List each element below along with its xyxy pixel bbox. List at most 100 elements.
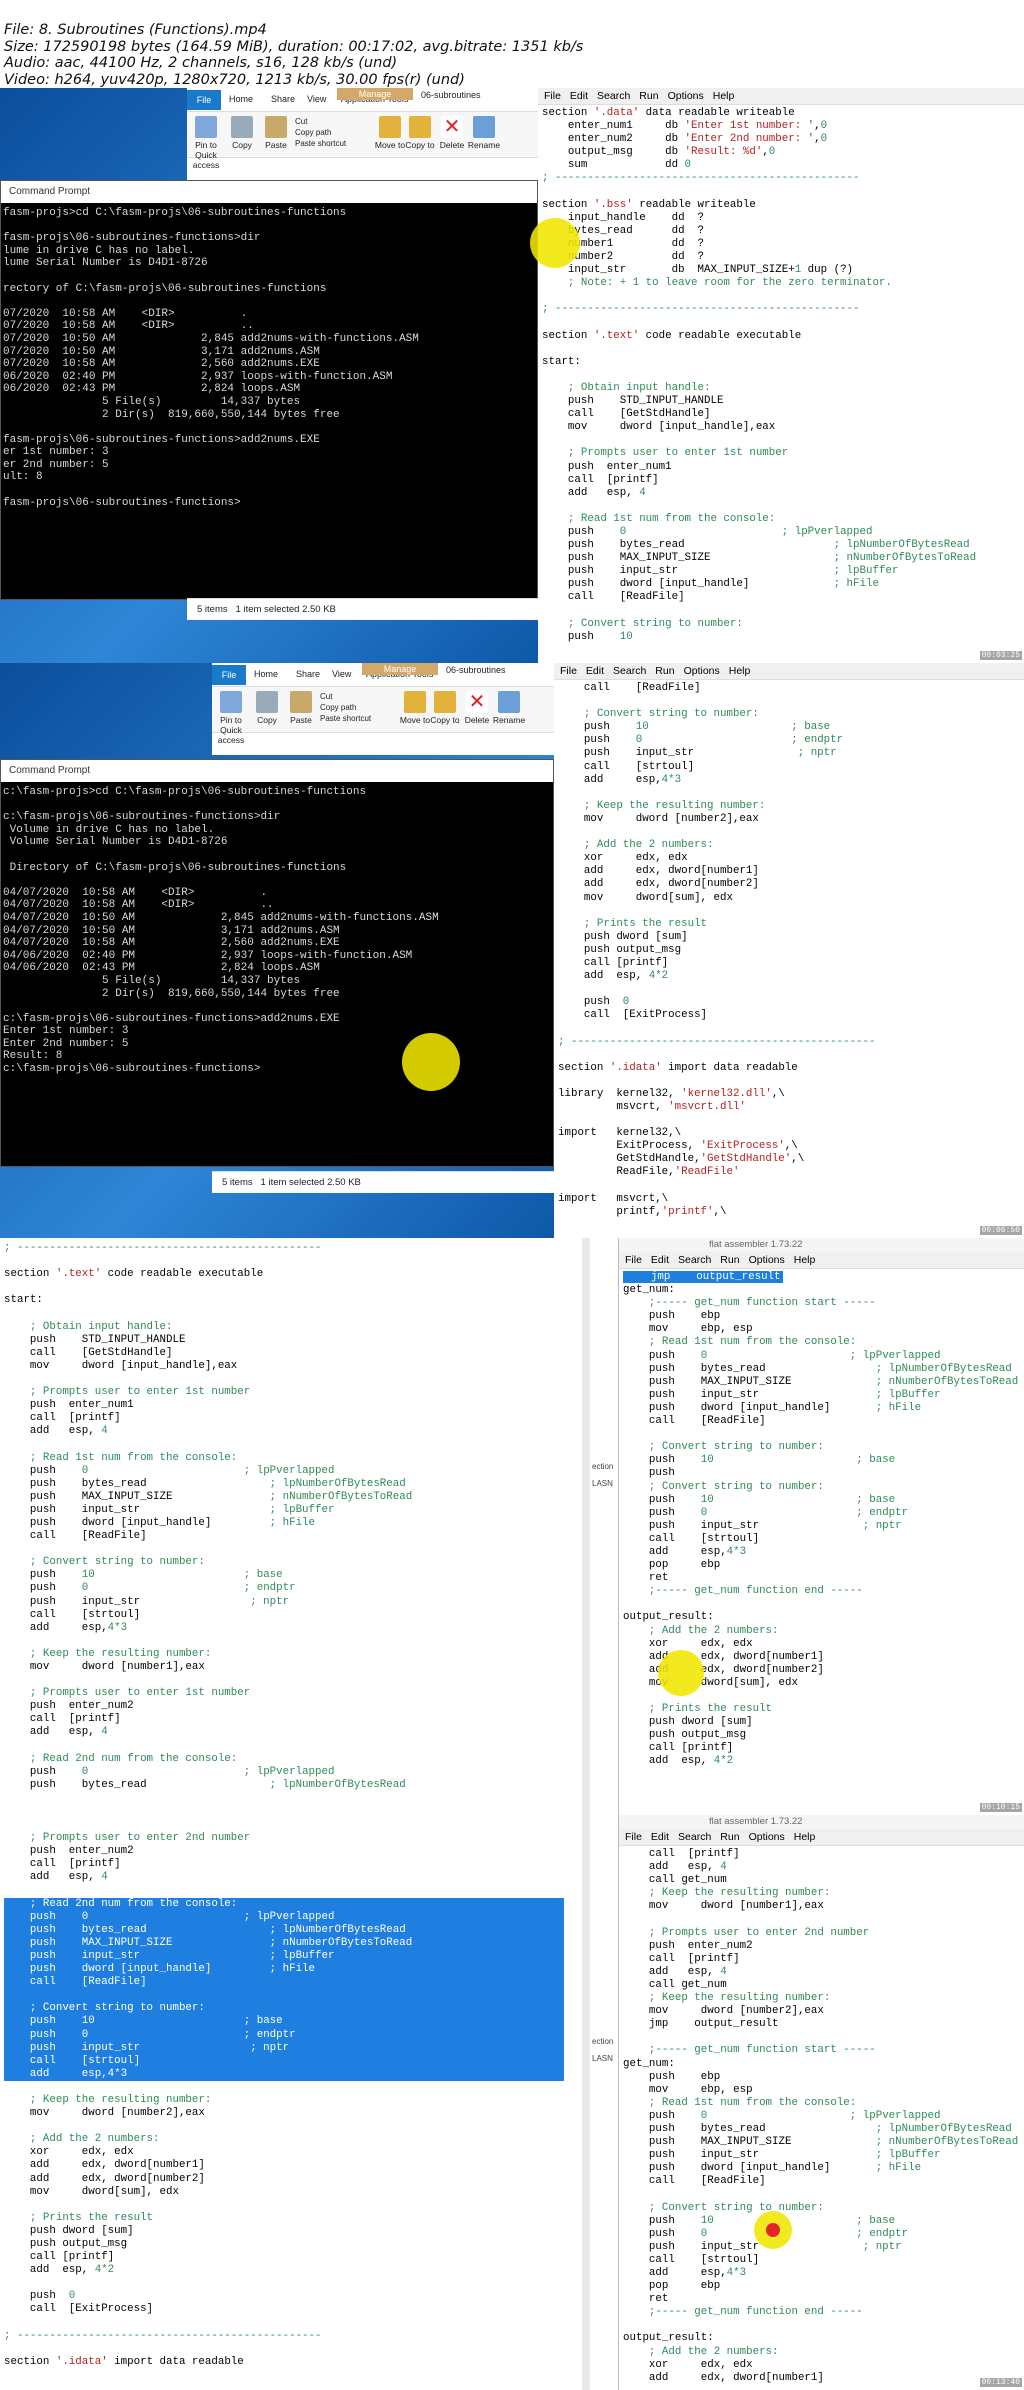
menu-search[interactable]: Search (613, 665, 646, 677)
cursor-highlight (402, 1033, 460, 1091)
tab-view[interactable]: View (307, 94, 326, 104)
pin-button[interactable]: Pin to Quick access (189, 116, 223, 170)
left-scrollbar[interactable] (582, 1238, 590, 1815)
delete-icon: ✕ (466, 691, 488, 713)
rename-icon (473, 116, 495, 138)
menu-search[interactable]: Search (678, 1831, 711, 1843)
menu-edit[interactable]: Edit (570, 90, 588, 102)
manage-label: Manage (337, 88, 413, 100)
tab-file[interactable]: File (187, 90, 221, 110)
menu-edit[interactable]: Edit (586, 665, 604, 677)
menu-run[interactable]: Run (639, 90, 658, 102)
copy-path-button[interactable]: Copy path (295, 127, 359, 138)
paste-button[interactable]: Paste (259, 116, 293, 150)
tab-share[interactable]: Share (296, 669, 320, 679)
move-to-button[interactable]: Move to (398, 691, 432, 725)
menu-search[interactable]: Search (678, 1254, 711, 1266)
menu-help[interactable]: Help (713, 90, 735, 102)
menu-file[interactable]: File (560, 665, 577, 677)
clipboard-small-buttons: Cut Copy path Paste shortcut (295, 116, 359, 149)
command-prompt-window[interactable]: Command Prompt c:\fasm-projs>cd C:\fasm-… (0, 759, 554, 1167)
fasm-editor-window: File Edit Search Run Options Help section '.d… (538, 88, 1024, 663)
editor-menubar: File Edit Search Run Options Help (538, 88, 1024, 105)
menu-help[interactable]: Help (729, 665, 751, 677)
copy-path-button[interactable]: Copy path (320, 702, 384, 713)
menu-run[interactable]: Run (655, 665, 674, 677)
folder-tab[interactable]: 06-subroutines (421, 90, 481, 100)
copy-button[interactable]: Copy (225, 116, 259, 150)
menu-search[interactable]: Search (597, 90, 630, 102)
copy-to-button[interactable]: Copy to (428, 691, 462, 725)
video-line: Video: h264, yuv420p, 1280x720, 1213 kb/… (4, 71, 465, 88)
copy-button[interactable]: Copy (250, 691, 284, 725)
paste-button[interactable]: Paste (284, 691, 318, 725)
status-items: 5 items (197, 604, 228, 615)
selected-block: ; Read 2nd num from the console: push 0 … (4, 1897, 564, 2081)
ribbon-tabs: File Home Share View Application Tools M… (212, 663, 554, 687)
menu-options[interactable]: Options (668, 90, 704, 102)
folder-copy-icon (409, 116, 431, 138)
tab-share[interactable]: Share (271, 94, 295, 104)
cmd-output: fasm-projs>cd C:\fasm-projs\06-subroutin… (3, 207, 419, 509)
cut-button[interactable]: Cut (320, 691, 384, 702)
status-items: 5 items (222, 1177, 253, 1188)
rename-button[interactable]: Rename (467, 116, 501, 150)
menu-edit[interactable]: Edit (651, 1831, 669, 1843)
rename-button[interactable]: Rename (492, 691, 526, 725)
tab-file[interactable]: File (212, 665, 246, 685)
file-line: File: 8. Subroutines (Functions).mp4 (4, 22, 267, 38)
pin-button[interactable]: Pin to Quick access (214, 691, 248, 745)
copy-to-button[interactable]: Copy to (403, 116, 437, 150)
editor-menubar: File Edit Search Run Options Help (554, 663, 1024, 680)
ribbon-tabs: File Home Share View Application Tools M… (187, 88, 538, 112)
code-editor[interactable]: call [ReadFile] ; Convert string to numb… (554, 680, 1024, 1219)
tab-view[interactable]: View (332, 669, 351, 679)
code-editor-left[interactable]: ; Prompts user to enter 2nd number push … (0, 1815, 590, 2369)
audio-line: Audio: aac, 44100 Hz, 2 channels, s16, 1… (4, 55, 398, 71)
desktop-background: File Home Share View Application Tools M… (0, 88, 538, 663)
explorer-status-bar: 5 items 1 item selected 2.50 KB (212, 1171, 554, 1193)
menu-run[interactable]: Run (720, 1831, 739, 1843)
menu-options[interactable]: Options (684, 665, 720, 677)
menu-edit[interactable]: Edit (651, 1254, 669, 1266)
command-prompt-window[interactable]: Command Prompt fasm-projs>cd C:\fasm-pro… (0, 180, 538, 600)
tab-home[interactable]: Home (254, 669, 278, 679)
pin-icon (195, 116, 217, 138)
folder-tab[interactable]: 06-subroutines (446, 665, 506, 675)
paste-shortcut-button[interactable]: Paste shortcut (295, 138, 359, 149)
menu-options[interactable]: Options (749, 1831, 785, 1843)
move-to-button[interactable]: Move to (373, 116, 407, 150)
tab-home[interactable]: Home (229, 94, 253, 104)
delete-button[interactable]: ✕ Delete (460, 691, 494, 725)
code-editor[interactable]: section '.data' data readable writeable … (538, 105, 1024, 644)
editor-menubar: File Edit Search Run Options Help (619, 1252, 1024, 1269)
desktop-background: File Home Share View Application Tools M… (0, 663, 554, 1238)
frame-timestamp: 00:03:25 (979, 651, 1022, 660)
fasm-editor-window: File Edit Search Run Options Help call [ReadF… (554, 663, 1024, 1238)
fasm-editor-window-left: ; --------------------------------------… (0, 1238, 590, 1815)
cmd-title: Command Prompt (1, 760, 553, 782)
menu-file[interactable]: File (625, 1254, 642, 1266)
menu-file[interactable]: File (625, 1831, 642, 1843)
left-scrollbar[interactable] (582, 1815, 590, 2390)
menu-options[interactable]: Options (749, 1254, 785, 1266)
delete-button[interactable]: ✕ Delete (435, 116, 469, 150)
paste-icon (290, 691, 312, 713)
paste-shortcut-button[interactable]: Paste shortcut (320, 713, 384, 724)
menu-run[interactable]: Run (720, 1254, 739, 1266)
cut-button[interactable]: Cut (295, 116, 359, 127)
code-editor-left[interactable]: ; --------------------------------------… (0, 1238, 590, 1792)
menu-file[interactable]: File (544, 90, 561, 102)
fasm-editor-window-left: ; Prompts user to enter 2nd number push … (0, 1815, 590, 2390)
background-window-strip: ection LASN (590, 1238, 618, 1815)
manage-label: Manage (362, 663, 438, 675)
fasm-editor-window-right: flat assembler 1.73.22 File Edit Search Run… (618, 1238, 1024, 1815)
menu-help[interactable]: Help (794, 1831, 816, 1843)
video-frame-3: ; --------------------------------------… (0, 1238, 1024, 1815)
editor-menubar: File Edit Search Run Options Help (619, 1829, 1024, 1846)
cmd-title: Command Prompt (1, 181, 537, 203)
click-indicator-icon (766, 2223, 780, 2237)
code-editor-right[interactable]: call [printf] add esp, 4 call get_num ; … (619, 1846, 1024, 2385)
menu-help[interactable]: Help (794, 1254, 816, 1266)
ribbon-toolbar: Pin to Quick access Copy Paste Cut Copy … (187, 112, 538, 170)
